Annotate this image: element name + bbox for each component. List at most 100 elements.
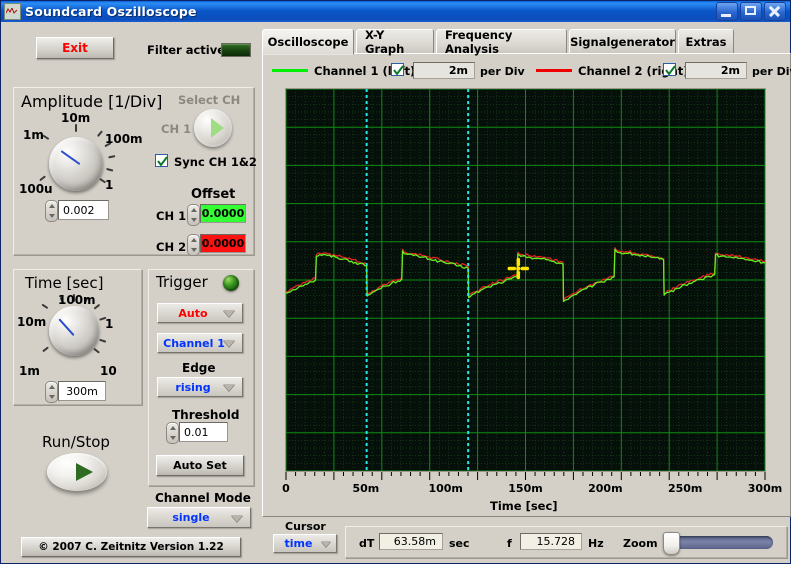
select-ch-label: Select CH [178, 93, 241, 107]
channel1-per-div-label: per Div [480, 65, 525, 78]
x-tick-label: 300m [747, 482, 783, 495]
tab-oscilloscope[interactable]: Oscilloscope [262, 29, 354, 55]
threshold-input[interactable]: 0.01 [179, 422, 228, 442]
zoom-slider-thumb[interactable] [663, 532, 680, 555]
tab-xy-graph[interactable]: X-Y Graph [356, 27, 434, 56]
trigger-threshold-label: Threshold [172, 408, 240, 422]
channel2-per-div-value[interactable]: 2m [685, 62, 747, 79]
tab-label: X-Y Graph [365, 27, 405, 56]
time-spinner[interactable] [45, 381, 58, 403]
offset-ch1-label: CH 1 [156, 209, 187, 223]
channel1-enable-checkbox[interactable] [391, 63, 404, 76]
offset-title: Offset [191, 187, 236, 202]
offset-ch2-spinner[interactable] [187, 234, 200, 256]
maximize-icon[interactable] [740, 2, 762, 21]
trigger-led [223, 275, 239, 291]
scope-canvas [286, 89, 765, 471]
tab-label: Oscilloscope [267, 35, 349, 49]
trigger-mode-combo[interactable]: Auto [157, 303, 243, 323]
tab-label: Signalgenerator [570, 34, 675, 49]
channel-mode-combo[interactable]: single [147, 507, 251, 528]
filter-active-label: Filter active [147, 43, 226, 57]
amplitude-knob-label-10m: 10m [61, 111, 91, 125]
waveform-icon [4, 3, 21, 20]
select-ch-button[interactable] [194, 109, 232, 147]
x-tick-label: 200m [588, 482, 623, 495]
oscilloscope-plot[interactable] [285, 88, 766, 472]
cursor-label: Cursor [285, 520, 326, 533]
channel2-enable-checkbox[interactable] [663, 63, 676, 76]
dt-label: dT [359, 537, 375, 550]
dt-value: 63.58m [379, 533, 443, 550]
channel2-per-div-label: per Div [752, 65, 791, 78]
zoom-label: Zoom [623, 537, 658, 550]
amplitude-knob-label-1m: 1m [23, 128, 44, 142]
window-title: Soundcard Oszilloscope [25, 4, 197, 19]
copyright-bar: © 2007 C. Zeitnitz Version 1.22 [21, 537, 241, 557]
dt-unit: sec [449, 537, 470, 550]
trigger-source-value: Channel 1 [163, 336, 225, 350]
offset-ch2-label: CH 2 [156, 240, 187, 254]
window-controls [716, 2, 790, 21]
trigger-edge-combo[interactable]: rising [157, 377, 243, 397]
chevron-down-icon [321, 540, 331, 547]
amplitude-knob-label-100u: 100u [19, 182, 53, 196]
sync-ch-checkbox[interactable] [155, 154, 168, 167]
auto-set-button[interactable]: Auto Set [156, 455, 244, 476]
time-title: Time [sec] [25, 274, 104, 292]
tab-label: Frequency Analysis [445, 27, 513, 56]
tab-label: Extras [685, 34, 727, 49]
channel1-per-div-value[interactable]: 2m [413, 62, 475, 79]
amplitude-knob-label-1: 1 [105, 178, 114, 192]
offset-ch1-value[interactable]: 0.0000 [200, 204, 246, 223]
time-knob[interactable] [49, 306, 99, 356]
tab-strip: Oscilloscope X-Y Graph Frequency Analysi… [262, 27, 789, 56]
x-tick-label: 150m [508, 482, 543, 495]
minimize-icon[interactable] [716, 2, 738, 21]
chevron-down-icon [231, 514, 243, 522]
time-knob-label-10: 10 [100, 364, 117, 378]
x-axis-ticks [285, 472, 766, 480]
channel-mode-value: single [172, 511, 210, 524]
amplitude-spinner[interactable] [45, 200, 58, 222]
f-label: f [507, 537, 512, 550]
time-knob-label-1: 1 [105, 317, 114, 331]
application-window: Soundcard Oszilloscope Exit Filter activ… [0, 0, 791, 564]
chevron-down-icon [223, 384, 235, 391]
x-axis-title: Time [sec] [490, 499, 558, 513]
amplitude-knob-label-100m: 100m [105, 132, 143, 146]
filter-led [221, 43, 251, 57]
trigger-edge-value: rising [175, 380, 211, 394]
x-tick-label: 0 [282, 482, 290, 495]
tab-signalgenerator[interactable]: Signalgenerator [569, 29, 676, 53]
chevron-down-icon [223, 310, 235, 317]
time-knob-label-100m: 100m [58, 293, 96, 307]
close-icon[interactable] [764, 2, 786, 21]
tab-extras[interactable]: Extras [678, 29, 734, 53]
zoom-slider[interactable] [663, 532, 773, 555]
trigger-edge-label: Edge [182, 361, 216, 375]
exit-button[interactable]: Exit [36, 37, 114, 59]
time-value-input[interactable]: 300m [58, 381, 106, 401]
threshold-spinner[interactable] [166, 422, 179, 444]
trigger-source-combo[interactable]: Channel 1 [157, 333, 243, 353]
channel1-legend-line [272, 69, 308, 72]
f-unit: Hz [588, 537, 604, 550]
trigger-title: Trigger [156, 273, 208, 291]
offset-ch2-value[interactable]: 0.0000 [200, 234, 246, 253]
x-tick-label: 100m [428, 482, 463, 495]
trigger-mode-value: Auto [178, 306, 208, 320]
tab-frequency-analysis[interactable]: Frequency Analysis [436, 27, 567, 56]
select-ch-value: CH 1 [161, 122, 192, 136]
chevron-down-icon [223, 340, 235, 347]
cursor-mode-value: time [284, 537, 313, 550]
cursor-mode-combo[interactable]: time [273, 534, 337, 553]
x-tick-label: 250m [667, 482, 703, 495]
amplitude-title: Amplitude [1/Div] [21, 92, 163, 111]
amplitude-value-input[interactable]: 0.002 [58, 200, 109, 220]
channel2-legend-line [536, 69, 572, 72]
run-stop-button[interactable] [47, 453, 107, 491]
time-knob-label-1m: 1m [19, 364, 40, 378]
amplitude-knob[interactable] [49, 137, 103, 191]
offset-ch1-spinner[interactable] [187, 204, 200, 226]
